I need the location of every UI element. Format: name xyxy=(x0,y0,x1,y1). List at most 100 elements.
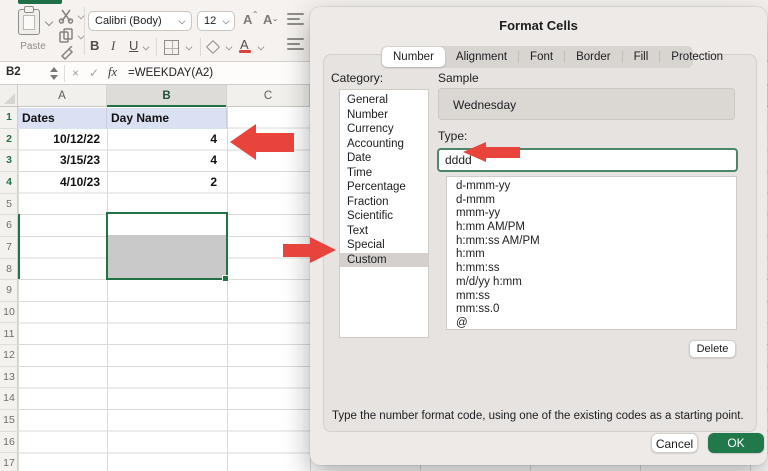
tab-font[interactable]: Font xyxy=(519,47,564,67)
category-special[interactable]: Special xyxy=(340,238,428,253)
cell-a2[interactable]: 10/12/22 xyxy=(18,129,105,151)
category-time[interactable]: Time xyxy=(340,166,428,181)
cut-icon[interactable] xyxy=(58,8,74,24)
type-option[interactable]: d-mmm xyxy=(456,194,736,208)
row-header[interactable]: 8 xyxy=(0,259,18,281)
fill-color-chevron-icon[interactable] xyxy=(225,43,233,51)
type-option[interactable]: h:mm:ss xyxy=(456,262,736,276)
cell-a1[interactable]: Dates xyxy=(18,107,107,129)
type-option[interactable]: h:mm AM/PM xyxy=(456,221,736,235)
category-percentage[interactable]: Percentage xyxy=(340,180,428,195)
type-option[interactable]: mm:ss xyxy=(456,290,736,304)
category-custom[interactable]: Custom xyxy=(340,252,428,267)
cell-b1[interactable]: Day Name xyxy=(107,107,227,129)
arrow-tail xyxy=(255,133,294,152)
cell-b2[interactable]: 4 xyxy=(109,129,222,151)
category-text[interactable]: Text xyxy=(340,224,428,239)
name-box[interactable]: B2 xyxy=(6,66,21,78)
row-headers: 1 2 3 4 5 6 7 8 9 10 11 12 13 14 15 16 1… xyxy=(0,107,18,471)
delete-button[interactable]: Delete xyxy=(689,340,736,358)
paste-dropdown-chevron-icon[interactable] xyxy=(44,17,54,27)
type-listbox[interactable]: d-mmm-yy d-mmm mmm-yy h:mm AM/PM h:mm:ss… xyxy=(446,176,737,330)
column-header-b[interactable]: B xyxy=(107,85,227,107)
category-label: Category: xyxy=(331,71,384,85)
category-scientific[interactable]: Scientific xyxy=(340,209,428,224)
type-option[interactable]: mm:ss.0 xyxy=(456,303,736,317)
align-icon xyxy=(287,23,304,25)
category-accounting[interactable]: Accounting xyxy=(340,137,428,152)
decrease-font-size-button[interactable]: A xyxy=(263,12,276,27)
bold-button[interactable]: B xyxy=(90,38,99,53)
paste-clipboard-icon xyxy=(18,6,40,35)
cell-a4[interactable]: 4/10/23 xyxy=(18,172,105,194)
selection-range-b2-b4[interactable] xyxy=(105,211,228,280)
row-header[interactable]: 12 xyxy=(0,345,18,367)
type-option[interactable]: h:mm xyxy=(456,248,736,262)
cancel-entry-icon[interactable]: × xyxy=(72,66,79,80)
row-header[interactable]: 4 xyxy=(0,172,18,194)
cancel-button[interactable]: Cancel xyxy=(651,433,698,453)
font-format-row: B I U A xyxy=(0,36,300,60)
align-icon[interactable] xyxy=(287,13,304,15)
fill-color-button[interactable] xyxy=(205,39,221,55)
annotation-arrow-custom-category xyxy=(283,237,336,264)
category-general[interactable]: General xyxy=(340,93,428,108)
row-header[interactable]: 13 xyxy=(0,367,18,389)
ok-button[interactable]: OK xyxy=(708,433,764,453)
name-box-stepper[interactable] xyxy=(50,67,58,80)
row-header[interactable]: 15 xyxy=(0,410,18,432)
font-name-select[interactable]: Calibri (Body) xyxy=(88,11,192,31)
formula-input[interactable]: =WEEKDAY(A2) xyxy=(128,67,213,79)
row-header[interactable]: 3 xyxy=(0,150,18,172)
borders-button[interactable] xyxy=(164,40,179,55)
home-tab-indicator xyxy=(18,0,62,4)
row-header[interactable]: 7 xyxy=(0,237,18,259)
row-header[interactable]: 16 xyxy=(0,432,18,454)
insert-function-icon[interactable]: fx xyxy=(108,65,117,80)
type-option[interactable]: mmm-yy xyxy=(456,207,736,221)
font-color-button[interactable]: A xyxy=(239,37,251,53)
type-option[interactable]: h:mm:ss AM/PM xyxy=(456,235,736,249)
row-header[interactable]: 5 xyxy=(0,194,18,216)
cell-b3[interactable]: 4 xyxy=(109,150,222,172)
row-header[interactable]: 11 xyxy=(0,324,18,346)
underline-chevron-icon[interactable] xyxy=(142,43,150,51)
tab-alignment[interactable]: Alignment xyxy=(445,47,518,67)
toolbar-divider xyxy=(156,38,157,56)
underline-button[interactable]: U xyxy=(129,38,138,53)
row-header[interactable]: 14 xyxy=(0,388,18,411)
fill-handle[interactable] xyxy=(221,274,229,282)
align-icon xyxy=(287,43,300,45)
category-fraction[interactable]: Fraction xyxy=(340,195,428,210)
row-header[interactable]: 10 xyxy=(0,302,18,324)
increase-font-size-button[interactable]: A xyxy=(243,12,256,27)
column-header-c[interactable]: C xyxy=(227,85,310,107)
row-header[interactable]: 17 xyxy=(0,453,18,471)
font-size-select[interactable]: 12 xyxy=(197,11,235,31)
cell-a3[interactable]: 3/15/23 xyxy=(18,150,105,172)
column-header-a[interactable]: A xyxy=(18,85,107,107)
row-header[interactable]: 1 xyxy=(0,107,18,129)
tab-border[interactable]: Border xyxy=(565,47,622,67)
tab-number[interactable]: Number xyxy=(382,47,445,67)
confirm-entry-icon[interactable]: ✓ xyxy=(89,66,99,80)
format-cells-dialog: Format Cells Number Alignment Font Borde… xyxy=(310,7,767,465)
tab-fill[interactable]: Fill xyxy=(623,47,660,67)
font-name-value: Calibri (Body) xyxy=(95,15,162,27)
type-option[interactable]: m/d/yy h:mm xyxy=(456,276,736,290)
font-color-chevron-icon[interactable] xyxy=(257,43,265,51)
category-number[interactable]: Number xyxy=(340,108,428,123)
row-header[interactable]: 9 xyxy=(0,280,18,302)
borders-chevron-icon[interactable] xyxy=(185,43,193,51)
category-listbox[interactable]: General Number Currency Accounting Date … xyxy=(339,89,429,338)
type-option[interactable]: d-mmm-yy xyxy=(456,180,736,194)
category-date[interactable]: Date xyxy=(340,151,428,166)
type-option[interactable]: @ xyxy=(456,317,736,331)
tab-protection[interactable]: Protection xyxy=(660,47,734,67)
select-all-corner[interactable] xyxy=(0,85,18,107)
italic-button[interactable]: I xyxy=(111,38,115,54)
row-header[interactable]: 6 xyxy=(0,215,18,237)
category-currency[interactable]: Currency xyxy=(340,122,428,137)
row-header[interactable]: 2 xyxy=(0,129,18,151)
cell-b4[interactable]: 2 xyxy=(109,172,222,194)
